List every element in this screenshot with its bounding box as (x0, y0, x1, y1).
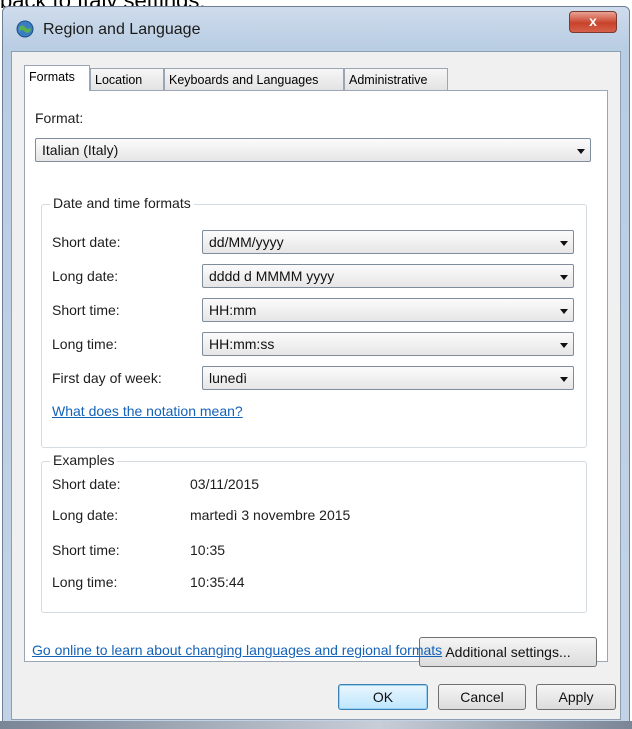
ok-button[interactable]: OK (338, 684, 428, 710)
format-dropdown-value: Italian (Italy) (42, 142, 119, 158)
example-short-time-value: 10:35 (190, 542, 226, 558)
format-dropdown[interactable]: Italian (Italy) (35, 138, 591, 162)
tab-keyboards-and-languages[interactable]: Keyboards and Languages (164, 68, 344, 90)
first-day-of-week-label: First day of week: (52, 370, 162, 386)
long-date-dropdown[interactable]: dddd d MMMM yyyy (202, 264, 574, 288)
cancel-button[interactable]: Cancel (438, 684, 526, 710)
example-long-time-value: 10:35:44 (190, 574, 245, 590)
example-short-date-value: 03/11/2015 (190, 476, 260, 492)
long-time-dropdown[interactable]: HH:mm:ss (202, 332, 574, 356)
examples-title: Examples (50, 452, 118, 468)
window-title: Region and Language (43, 21, 201, 38)
example-short-time-label: Short time: (52, 542, 120, 558)
apply-button[interactable]: Apply (536, 684, 616, 710)
chevron-down-icon (560, 241, 568, 246)
notation-help-link[interactable]: What does the notation mean? (52, 403, 243, 419)
short-date-value: dd/MM/yyyy (209, 234, 284, 250)
date-time-formats-group: Date and time formats Short date: dd/MM/… (41, 195, 587, 448)
first-day-of-week-dropdown[interactable]: lunedì (202, 366, 574, 390)
additional-settings-button[interactable]: Additional settings... (419, 637, 597, 667)
short-time-dropdown[interactable]: HH:mm (202, 298, 574, 322)
chevron-down-icon (560, 377, 568, 382)
short-date-label: Short date: (52, 234, 121, 250)
examples-group: Examples Short date: 03/11/2015 Long dat… (41, 452, 587, 613)
globe-icon (16, 20, 34, 38)
tab-administrative[interactable]: Administrative (344, 68, 448, 90)
dialog-client-area: Formats Location Keyboards and Languages… (11, 51, 621, 720)
go-online-link[interactable]: Go online to learn about changing langua… (32, 642, 442, 658)
example-long-date-label: Long date: (52, 507, 119, 523)
long-time-label: Long time: (52, 336, 118, 352)
short-time-value: HH:mm (209, 302, 257, 318)
region-language-dialog: Region and Language x Formats Location K… (2, 6, 630, 727)
formats-panel: Format: Italian (Italy) Date and time fo… (24, 90, 608, 667)
chevron-down-icon (577, 149, 585, 154)
format-label: Format: (35, 110, 84, 126)
example-long-time-label: Long time: (52, 574, 118, 590)
example-long-date-value: martedì 3 novembre 2015 (190, 507, 351, 523)
long-time-value: HH:mm:ss (209, 336, 275, 352)
chevron-down-icon (560, 275, 568, 280)
title-bar[interactable]: Region and Language x (3, 7, 629, 51)
first-day-of-week-value: lunedì (209, 370, 248, 386)
short-time-label: Short time: (52, 302, 120, 318)
example-short-date-label: Short date: (52, 476, 121, 492)
chevron-down-icon (560, 343, 568, 348)
screen-edge-shadow (0, 721, 632, 729)
tab-location[interactable]: Location (90, 68, 164, 90)
tab-formats[interactable]: Formats (24, 65, 90, 91)
long-date-label: Long date: (52, 268, 119, 284)
chevron-down-icon (560, 309, 568, 314)
date-time-formats-title: Date and time formats (50, 195, 194, 211)
long-date-value: dddd d MMMM yyyy (209, 268, 335, 284)
close-button[interactable]: x (569, 11, 617, 33)
short-date-dropdown[interactable]: dd/MM/yyyy (202, 230, 574, 254)
